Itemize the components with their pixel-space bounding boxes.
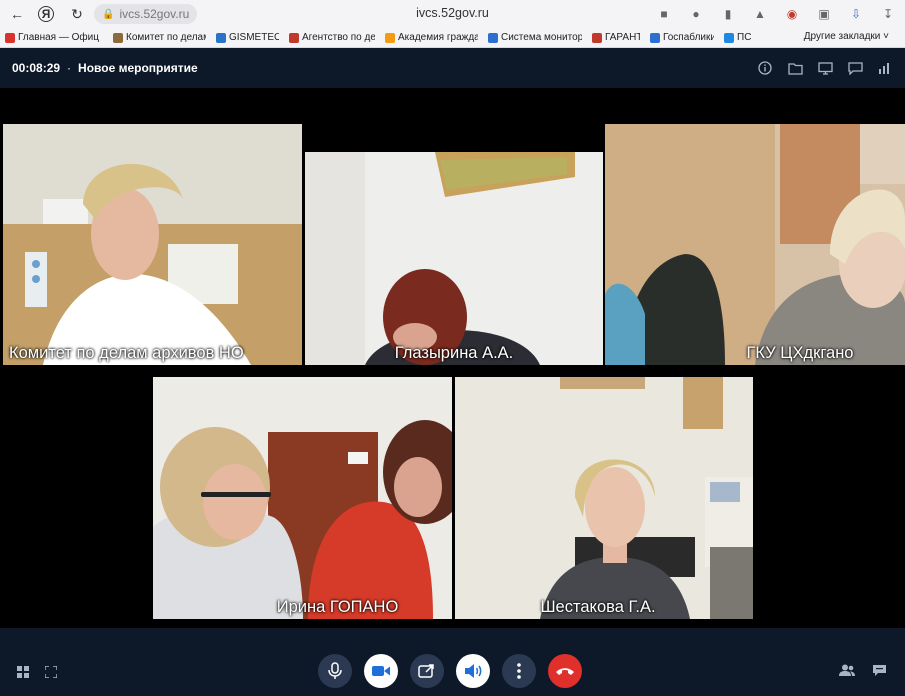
- other-bookmarks[interactable]: Другие закладки ˅: [804, 31, 889, 42]
- participant-name: Шестакова Г.А.: [540, 598, 656, 616]
- chat-icon[interactable]: [847, 60, 863, 76]
- meeting-header: 00:08:29 · Новое мероприятие: [0, 48, 905, 88]
- bookmark-item[interactable]: Госпаблики: [645, 32, 719, 43]
- reload-icon[interactable]: ↻: [66, 3, 88, 25]
- bookmark-icon[interactable]: ▮: [717, 3, 739, 25]
- participant-video: [305, 152, 603, 365]
- participants-icon[interactable]: [839, 663, 855, 677]
- more-vertical-icon: [517, 663, 521, 679]
- bookmarks-bar: Главная — Офиц Комитет по делам GISMETEO…: [0, 28, 905, 48]
- participant-video: [153, 377, 452, 619]
- extension-icon[interactable]: ▲: [749, 3, 771, 25]
- bookmark-item[interactable]: ПС: [719, 32, 757, 43]
- video-tile[interactable]: ГКУ ЦХдкгано: [605, 124, 905, 365]
- video-tile[interactable]: Глазырина А.А.: [305, 152, 603, 365]
- bookmark-item[interactable]: Академия гражда: [380, 32, 483, 43]
- bookmark-favicon-icon: [113, 32, 123, 43]
- video-tile[interactable]: Шестакова Г.А.: [455, 377, 753, 619]
- browser-toolbar: ← Я ↻ 🔒 ivcs.52gov.ru ivcs.52gov.ru ■ ● …: [0, 0, 905, 28]
- header-separator: ·: [67, 61, 72, 75]
- bookmark-item[interactable]: GISMETEO: [211, 32, 284, 43]
- participant-video: [455, 377, 753, 619]
- bookmark-favicon-icon: [724, 32, 734, 43]
- yandex-icon[interactable]: Я: [38, 6, 54, 22]
- participant-name: ГКУ ЦХдкгано: [746, 344, 854, 362]
- participant-name: Ирина ГОПАНО: [276, 598, 399, 616]
- signal-bars-icon[interactable]: [877, 60, 893, 76]
- lock-icon: 🔒: [102, 8, 115, 20]
- chat-bubble-icon[interactable]: [871, 663, 887, 677]
- folder-icon[interactable]: [787, 60, 803, 76]
- microphone-button[interactable]: [318, 654, 352, 688]
- profile-icon[interactable]: ◉: [781, 3, 803, 25]
- participant-video: [3, 124, 302, 365]
- mic-indicator-icon[interactable]: ●: [685, 3, 707, 25]
- address-bar[interactable]: 🔒 ivcs.52gov.ru: [94, 4, 198, 24]
- share-screen-icon: [418, 664, 434, 678]
- bookmark-favicon-icon: [5, 32, 15, 43]
- downloads-badge-icon[interactable]: ↧: [877, 3, 899, 25]
- phone-hangup-icon: [556, 668, 574, 675]
- hang-up-button[interactable]: [548, 654, 582, 688]
- bookmark-favicon-icon: [650, 32, 660, 43]
- collections-icon[interactable]: ▣: [813, 3, 835, 25]
- participant-video: [605, 124, 905, 365]
- bookmark-favicon-icon: [592, 32, 602, 43]
- info-icon[interactable]: [757, 60, 773, 76]
- participant-name: Комитет по делам архивов НО: [9, 344, 244, 362]
- bookmark-item[interactable]: Система монитор: [483, 32, 587, 43]
- meeting-title: Новое мероприятие: [78, 61, 198, 75]
- screen-icon[interactable]: [817, 60, 833, 76]
- more-options-button[interactable]: [502, 654, 536, 688]
- microphone-icon: [328, 662, 342, 679]
- video-camera-icon: [372, 666, 390, 676]
- camera-button[interactable]: [364, 654, 398, 688]
- share-screen-button[interactable]: [410, 654, 444, 688]
- video-tile[interactable]: Комитет по делам архивов НО: [3, 124, 302, 365]
- fullscreen-icon[interactable]: [44, 665, 58, 679]
- bookmark-favicon-icon: [488, 32, 498, 43]
- back-arrow-icon[interactable]: ←: [6, 3, 28, 25]
- bookmark-favicon-icon: [216, 32, 226, 43]
- speaker-button[interactable]: [456, 654, 490, 688]
- participant-name: Глазырина А.А.: [394, 344, 514, 362]
- bookmark-item[interactable]: Главная — Офиц: [0, 32, 108, 43]
- address-text: ivcs.52gov.ru: [119, 7, 190, 21]
- bookmark-favicon-icon: [385, 32, 395, 43]
- bookmark-favicon-icon: [289, 32, 299, 43]
- bookmark-item[interactable]: ГАРАНТ: [587, 32, 645, 43]
- video-grid: Комитет по делам архивов НО Глазырина А.…: [0, 88, 905, 628]
- download-icon[interactable]: ⇩: [845, 3, 867, 25]
- speaker-icon: [465, 664, 482, 678]
- chevron-down-icon: ˅: [883, 31, 889, 42]
- grid-layout-icon[interactable]: [16, 665, 30, 679]
- video-tile[interactable]: Ирина ГОПАНО: [153, 377, 452, 619]
- camera-indicator-icon[interactable]: ■: [653, 3, 675, 25]
- bookmark-item[interactable]: Комитет по делам: [108, 32, 211, 43]
- call-controls-bar: [0, 628, 905, 696]
- bookmark-item[interactable]: Агентство по дела: [284, 32, 380, 43]
- meeting-timer: 00:08:29: [12, 61, 61, 75]
